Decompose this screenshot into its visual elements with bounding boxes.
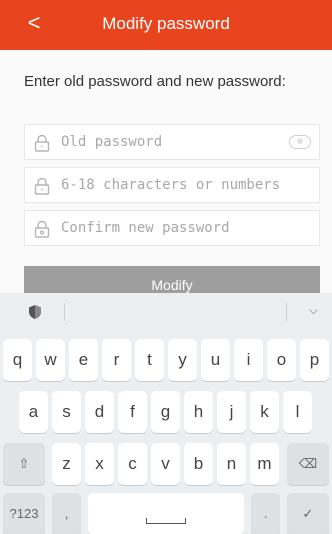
key-u[interactable]: u [201, 339, 230, 381]
visibility-toggle-icon[interactable] [289, 135, 311, 149]
new-password-field[interactable] [24, 167, 320, 203]
key-v[interactable]: v [151, 443, 180, 485]
key-x[interactable]: x [85, 443, 114, 485]
confirm-password-input[interactable] [61, 211, 316, 245]
modify-button[interactable]: Modify [24, 266, 320, 296]
key-i[interactable]: i [234, 339, 263, 381]
soft-keyboard: ⌵ q w e r t y u i o p a s d f g h j k l ⇧ z x c v b n m ⌫ ?123,. ✓ [0, 293, 332, 534]
key-q[interactable]: q [3, 339, 32, 381]
key-m[interactable]: m [250, 443, 279, 485]
key-y[interactable]: y [168, 339, 197, 381]
old-password-input[interactable] [61, 125, 316, 159]
shift-key[interactable]: ⇧ [3, 443, 45, 485]
key-t[interactable]: t [135, 339, 164, 381]
key-p[interactable]: p [300, 339, 329, 381]
space-bar-icon [146, 518, 186, 524]
collapse-keyboard-icon[interactable]: ⌵ [309, 303, 318, 318]
key-j[interactable]: j [217, 391, 246, 433]
old-password-field[interactable] [24, 124, 320, 160]
toolbar-divider [286, 303, 287, 321]
key-h[interactable]: h [184, 391, 213, 433]
key-k[interactable]: k [250, 391, 279, 433]
key-g[interactable]: g [151, 391, 180, 433]
key-f[interactable]: f [118, 391, 147, 433]
shield-icon[interactable] [28, 304, 42, 320]
key-o[interactable]: o [267, 339, 296, 381]
period-key[interactable]: . [251, 493, 280, 534]
enter-key[interactable]: ✓ [287, 493, 329, 534]
lock-icon [34, 177, 50, 195]
key-s[interactable]: s [52, 391, 81, 433]
lock-icon [34, 134, 50, 152]
key-c[interactable]: c [118, 443, 147, 485]
app-header: < Modify password [0, 0, 332, 50]
symbols-key[interactable]: ?123 [3, 493, 45, 534]
confirm-password-field[interactable] [24, 210, 320, 246]
key-z[interactable]: z [52, 443, 81, 485]
key-e[interactable]: e [69, 339, 98, 381]
new-password-input[interactable] [61, 168, 316, 202]
lock-icon [34, 220, 50, 238]
key-l[interactable]: l [283, 391, 312, 433]
key-w[interactable]: w [36, 339, 65, 381]
key-b[interactable]: b [184, 443, 213, 485]
key-n[interactable]: n [217, 443, 246, 485]
keyboard-toolbar: ⌵ [0, 293, 332, 329]
instructions-text: Enter old password and new password: [24, 73, 286, 90]
page-title: Modify password [102, 14, 230, 33]
key-a[interactable]: a [19, 391, 48, 433]
backspace-key[interactable]: ⌫ [287, 443, 329, 485]
key-d[interactable]: d [85, 391, 114, 433]
comma-key[interactable]: , [52, 493, 81, 534]
space-key[interactable] [88, 493, 244, 534]
toolbar-divider [64, 303, 65, 321]
key-r[interactable]: r [102, 339, 131, 381]
